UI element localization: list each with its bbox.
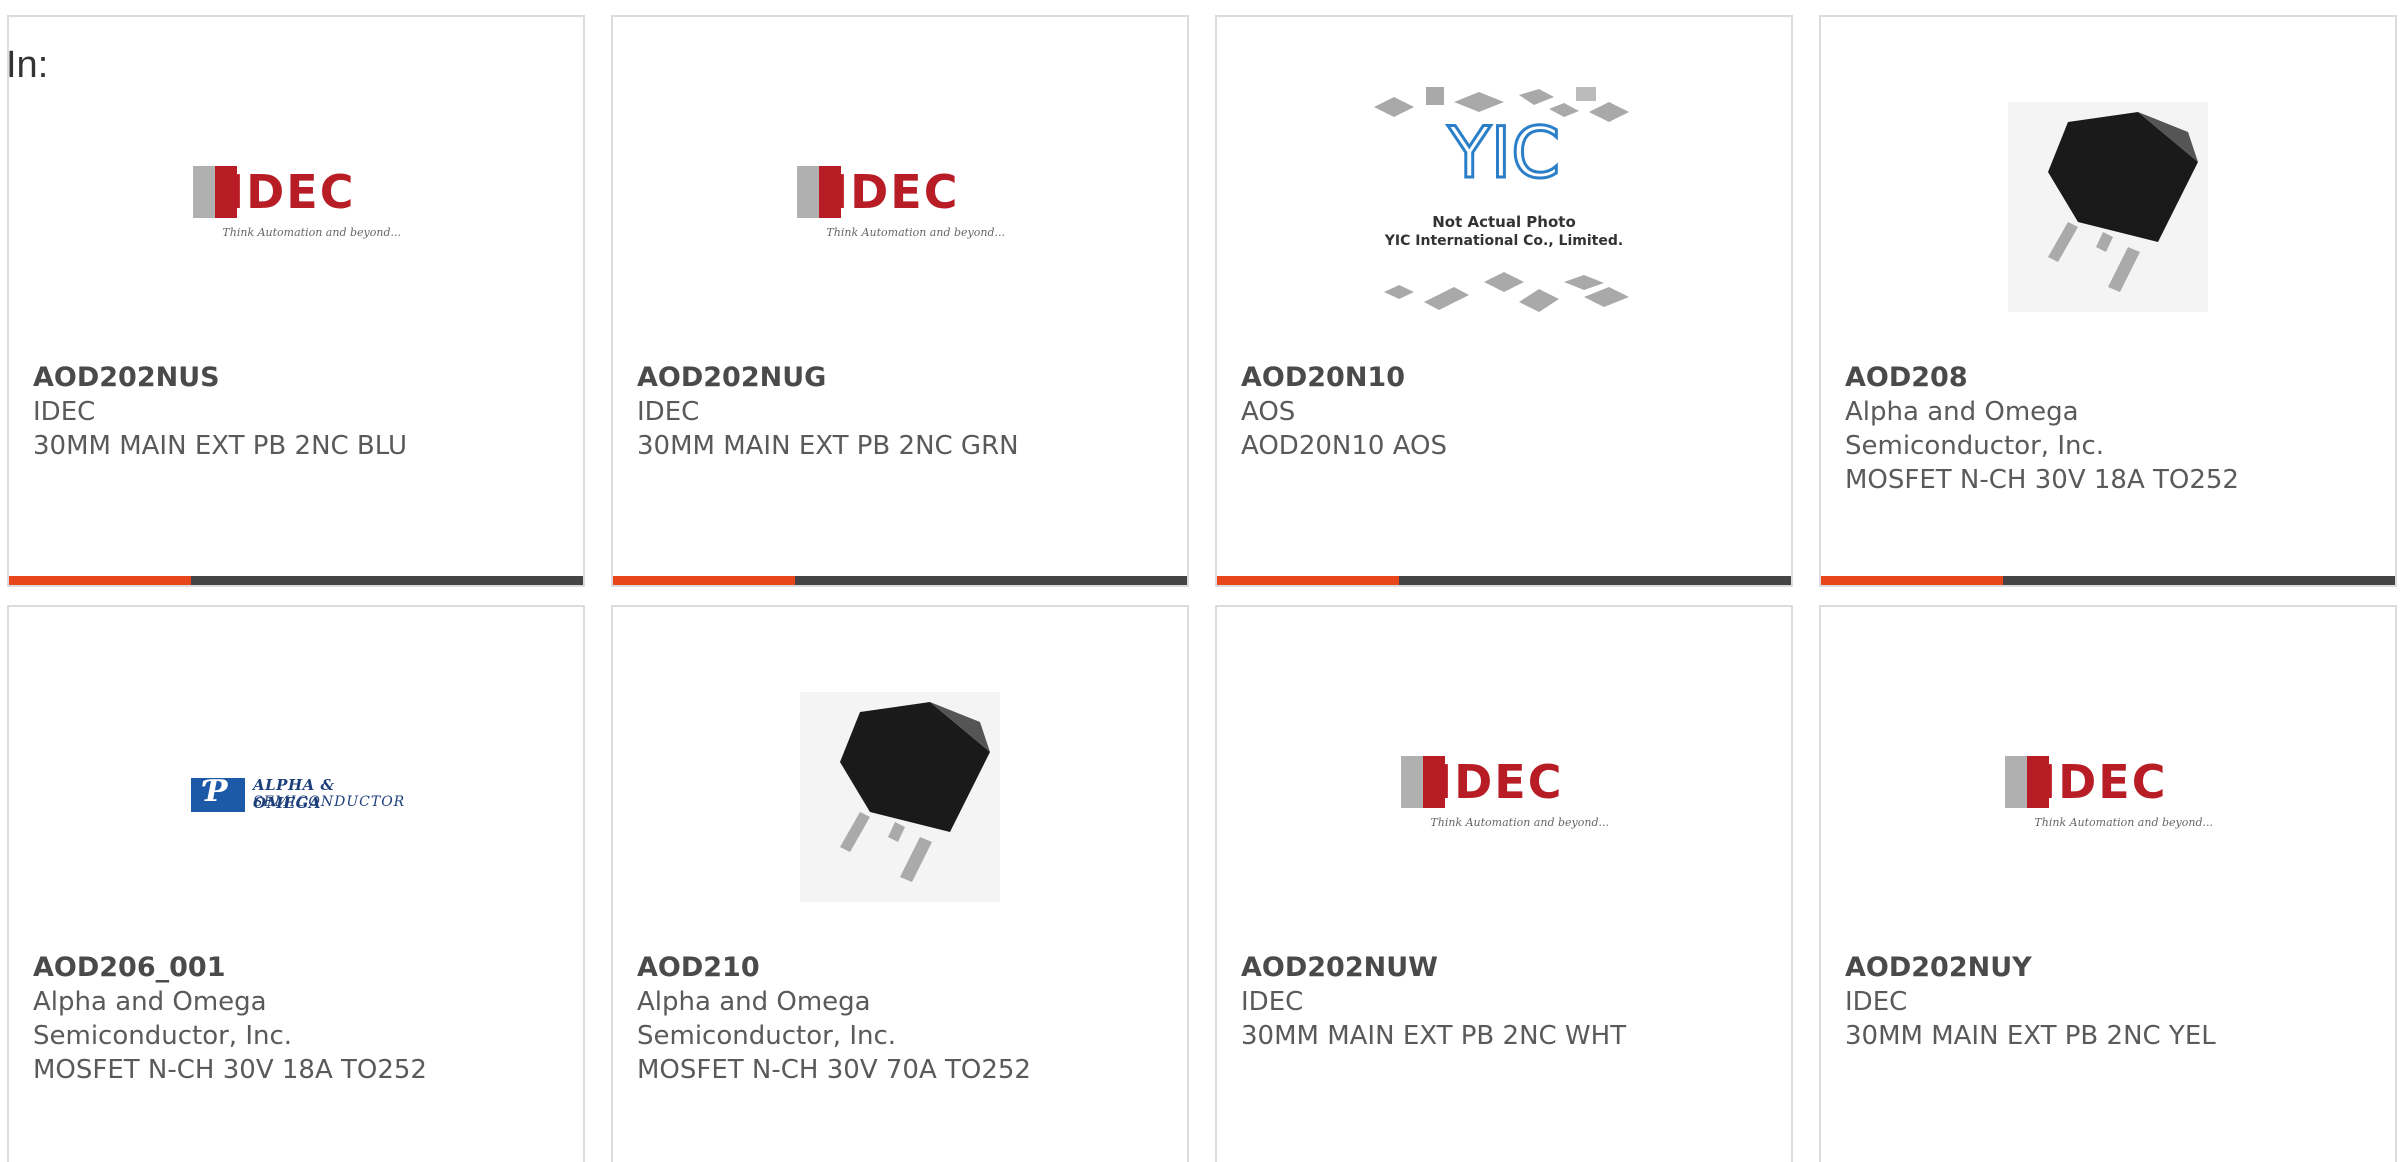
product-image: YIC Not Actual Photo YIC International C… bbox=[1217, 57, 1791, 357]
product-card[interactable]: Ƥ ALPHA & OMEGA SEMICONDUCTOR AOD206_001… bbox=[7, 605, 585, 1162]
idec-logo: IDEC Think Automation and beyond... bbox=[1399, 752, 1609, 842]
product-image bbox=[613, 647, 1187, 947]
manufacturer: IDEC bbox=[637, 397, 700, 427]
card-footer-bar bbox=[613, 576, 1187, 585]
product-card[interactable]: IDEC Think Automation and beyond... AOD2… bbox=[1819, 605, 2397, 1162]
to252-package-image bbox=[2008, 102, 2208, 312]
part-number[interactable]: AOD208 bbox=[1845, 361, 2285, 395]
svg-text:YIC: YIC bbox=[1447, 112, 1560, 194]
manufacturer: Alpha and Omega Semiconductor, Inc. bbox=[637, 987, 897, 1051]
part-number[interactable]: AOD202NUS bbox=[33, 361, 473, 395]
part-number[interactable]: AOD202NUY bbox=[1845, 951, 2285, 985]
alpha-omega-logo: Ƥ ALPHA & OMEGA SEMICONDUCTOR bbox=[191, 772, 404, 822]
svg-text:YIC International Co., Limited: YIC International Co., Limited. bbox=[1384, 233, 1623, 249]
product-card[interactable]: AOD210 Alpha and Omega Semiconductor, In… bbox=[611, 605, 1189, 1162]
description: 30MM MAIN EXT PB 2NC YEL bbox=[1845, 1021, 2216, 1051]
manufacturer: Alpha and Omega Semiconductor, Inc. bbox=[33, 987, 293, 1051]
idec-logo: IDEC Think Automation and beyond... bbox=[191, 162, 401, 252]
product-image: IDEC Think Automation and beyond... bbox=[9, 57, 583, 357]
to252-package-image bbox=[800, 692, 1000, 902]
part-number[interactable]: AOD206_001 bbox=[33, 951, 473, 985]
manufacturer: IDEC bbox=[1845, 987, 1908, 1017]
manufacturer: AOS bbox=[1241, 397, 1296, 427]
part-number[interactable]: AOD202NUG bbox=[637, 361, 1077, 395]
part-number[interactable]: AOD20N10 bbox=[1241, 361, 1681, 395]
part-number[interactable]: AOD210 bbox=[637, 951, 1077, 985]
yic-placeholder-image: YIC Not Actual Photo YIC International C… bbox=[1374, 87, 1629, 312]
product-card[interactable]: IDEC Think Automation and beyond... AOD2… bbox=[7, 15, 585, 587]
description: 30MM MAIN EXT PB 2NC WHT bbox=[1241, 1021, 1627, 1051]
product-image bbox=[1821, 57, 2395, 357]
card-footer-bar bbox=[1821, 576, 2395, 585]
description: 30MM MAIN EXT PB 2NC GRN bbox=[637, 431, 1019, 461]
description: 30MM MAIN EXT PB 2NC BLU bbox=[33, 431, 407, 461]
product-grid-page: In: IDEC Think Automation and beyond... … bbox=[0, 0, 2400, 1162]
idec-logo: IDEC Think Automation and beyond... bbox=[795, 162, 1005, 252]
product-card[interactable]: AOD208 Alpha and Omega Semiconductor, In… bbox=[1819, 15, 2397, 587]
manufacturer: IDEC bbox=[1241, 987, 1304, 1017]
product-card[interactable]: IDEC Think Automation and beyond... AOD2… bbox=[1215, 605, 1793, 1162]
manufacturer: Alpha and Omega Semiconductor, Inc. bbox=[1845, 397, 2105, 461]
part-number[interactable]: AOD202NUW bbox=[1241, 951, 1681, 985]
product-card[interactable]: IDEC Think Automation and beyond... AOD2… bbox=[611, 15, 1189, 587]
card-footer-bar bbox=[9, 576, 583, 585]
manufacturer: IDEC bbox=[33, 397, 96, 427]
card-footer-bar bbox=[1217, 576, 1791, 585]
description: MOSFET N-CH 30V 18A TO252 bbox=[33, 1055, 427, 1085]
description: MOSFET N-CH 30V 70A TO252 bbox=[637, 1055, 1031, 1085]
product-image: Ƥ ALPHA & OMEGA SEMICONDUCTOR bbox=[9, 647, 583, 947]
product-card[interactable]: YIC Not Actual Photo YIC International C… bbox=[1215, 15, 1793, 587]
description: MOSFET N-CH 30V 18A TO252 bbox=[1845, 465, 2239, 495]
svg-text:Not Actual Photo: Not Actual Photo bbox=[1432, 213, 1576, 231]
filter-label: In: bbox=[6, 44, 49, 86]
product-image: IDEC Think Automation and beyond... bbox=[613, 57, 1187, 357]
product-image: IDEC Think Automation and beyond... bbox=[1217, 647, 1791, 947]
product-image: IDEC Think Automation and beyond... bbox=[1821, 647, 2395, 947]
idec-logo: IDEC Think Automation and beyond... bbox=[2003, 752, 2213, 842]
description: AOD20N10 AOS bbox=[1241, 431, 1447, 461]
